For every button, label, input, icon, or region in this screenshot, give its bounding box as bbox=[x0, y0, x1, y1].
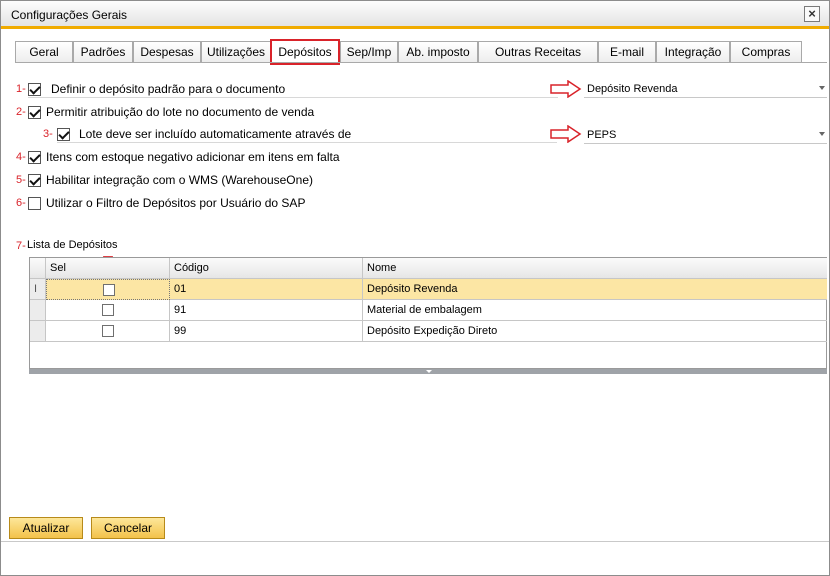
row-cursor bbox=[30, 300, 46, 321]
tab-ab-imposto[interactable]: Ab. imposto bbox=[398, 41, 478, 63]
table-row-codigo[interactable]: 99 bbox=[170, 321, 363, 342]
label-default-deposit: Definir o depósito padrão para o documen… bbox=[51, 82, 286, 96]
annotation-1: 1- bbox=[16, 83, 26, 95]
lot-method-select[interactable]: PEPS bbox=[584, 127, 827, 144]
red-arrow-right-icon bbox=[550, 125, 582, 143]
row-cursor: I bbox=[30, 279, 46, 300]
label-wms-integration: Habilitar integração com o WMS (Warehous… bbox=[46, 173, 313, 187]
label-lot-auto: Lote deve ser incluído automaticamente a… bbox=[79, 127, 352, 141]
label-lot-assignment: Permitir atribuição do lote no documento… bbox=[46, 105, 315, 119]
annotation-3: 3- bbox=[43, 128, 53, 140]
column-header-sel[interactable]: Sel bbox=[46, 258, 170, 279]
row-select-checkbox[interactable] bbox=[102, 304, 114, 316]
table-row-codigo[interactable]: 91 bbox=[170, 300, 363, 321]
row-divider bbox=[57, 142, 557, 143]
annotation-7: 7- bbox=[16, 240, 26, 252]
annotation-4: 4- bbox=[16, 151, 26, 163]
splitter-grip-icon bbox=[426, 370, 432, 373]
label-negative-stock: Itens com estoque negativo adicionar em … bbox=[46, 150, 340, 164]
table-row-sel-cell[interactable] bbox=[46, 300, 170, 321]
tab-despesas[interactable]: Despesas bbox=[133, 41, 201, 63]
label-user-deposit-filter: Utilizar o Filtro de Depósitos por Usuár… bbox=[46, 196, 306, 210]
tab-sep-imp[interactable]: Sep/Imp bbox=[340, 41, 398, 63]
tab-integracao[interactable]: Integração bbox=[656, 41, 730, 63]
tab-compras[interactable]: Compras bbox=[730, 41, 802, 63]
annotation-2: 2- bbox=[16, 106, 26, 118]
annotation-5: 5- bbox=[16, 174, 26, 186]
title-bar: Configurações Gerais × bbox=[1, 1, 829, 29]
table-row-codigo[interactable]: 01 bbox=[170, 279, 363, 300]
checkbox-lot-assignment[interactable] bbox=[28, 106, 41, 119]
row-select-checkbox[interactable] bbox=[103, 284, 115, 296]
table-row-nome[interactable]: Depósito Expedição Direto bbox=[363, 321, 827, 342]
column-header-codigo[interactable]: Código bbox=[170, 258, 363, 279]
dropdown-caret-icon bbox=[819, 86, 825, 90]
default-deposit-select[interactable]: Depósito Revenda bbox=[584, 81, 827, 98]
footer-divider bbox=[1, 541, 829, 542]
close-icon[interactable]: × bbox=[804, 6, 820, 22]
annotation-6: 6- bbox=[16, 197, 26, 209]
row-divider bbox=[28, 97, 558, 98]
table-row-sel-cell[interactable] bbox=[46, 321, 170, 342]
checkbox-wms-integration[interactable] bbox=[28, 174, 41, 187]
grid-splitter[interactable] bbox=[29, 369, 827, 374]
settings-window: Configurações Gerais × Geral Padrões Des… bbox=[0, 0, 830, 576]
tab-geral[interactable]: Geral bbox=[15, 41, 73, 63]
table-row-nome[interactable]: Material de embalagem bbox=[363, 300, 827, 321]
checkbox-lot-auto[interactable] bbox=[57, 128, 70, 141]
table-row-sel-cell[interactable] bbox=[46, 279, 170, 300]
deposit-list-title: Lista de Depósitos bbox=[27, 239, 118, 251]
tab-utilizacoes[interactable]: Utilizações bbox=[201, 41, 271, 63]
window-title: Configurações Gerais bbox=[11, 8, 128, 22]
lot-method-value: PEPS bbox=[587, 129, 617, 141]
table-row-nome[interactable]: Depósito Revenda bbox=[363, 279, 827, 300]
tab-padroes[interactable]: Padrões bbox=[73, 41, 133, 63]
red-arrow-right-icon bbox=[550, 80, 582, 98]
row-cursor bbox=[30, 321, 46, 342]
cancel-button[interactable]: Cancelar bbox=[91, 517, 165, 539]
checkbox-user-deposit-filter[interactable] bbox=[28, 197, 41, 210]
tab-divider bbox=[15, 62, 827, 63]
default-deposit-value: Depósito Revenda bbox=[587, 83, 678, 95]
update-button[interactable]: Atualizar bbox=[9, 517, 83, 539]
deposit-grid: Sel Código Nome I 01 Depósito Revenda 91… bbox=[29, 257, 827, 369]
tab-outras-receitas[interactable]: Outras Receitas bbox=[478, 41, 598, 63]
checkbox-default-deposit[interactable] bbox=[28, 83, 41, 96]
dropdown-caret-icon bbox=[819, 132, 825, 136]
column-header-nome[interactable]: Nome bbox=[363, 258, 827, 279]
grid-corner bbox=[30, 258, 46, 279]
tab-email[interactable]: E-mail bbox=[598, 41, 656, 63]
checkbox-negative-stock[interactable] bbox=[28, 151, 41, 164]
row-select-checkbox[interactable] bbox=[102, 325, 114, 337]
